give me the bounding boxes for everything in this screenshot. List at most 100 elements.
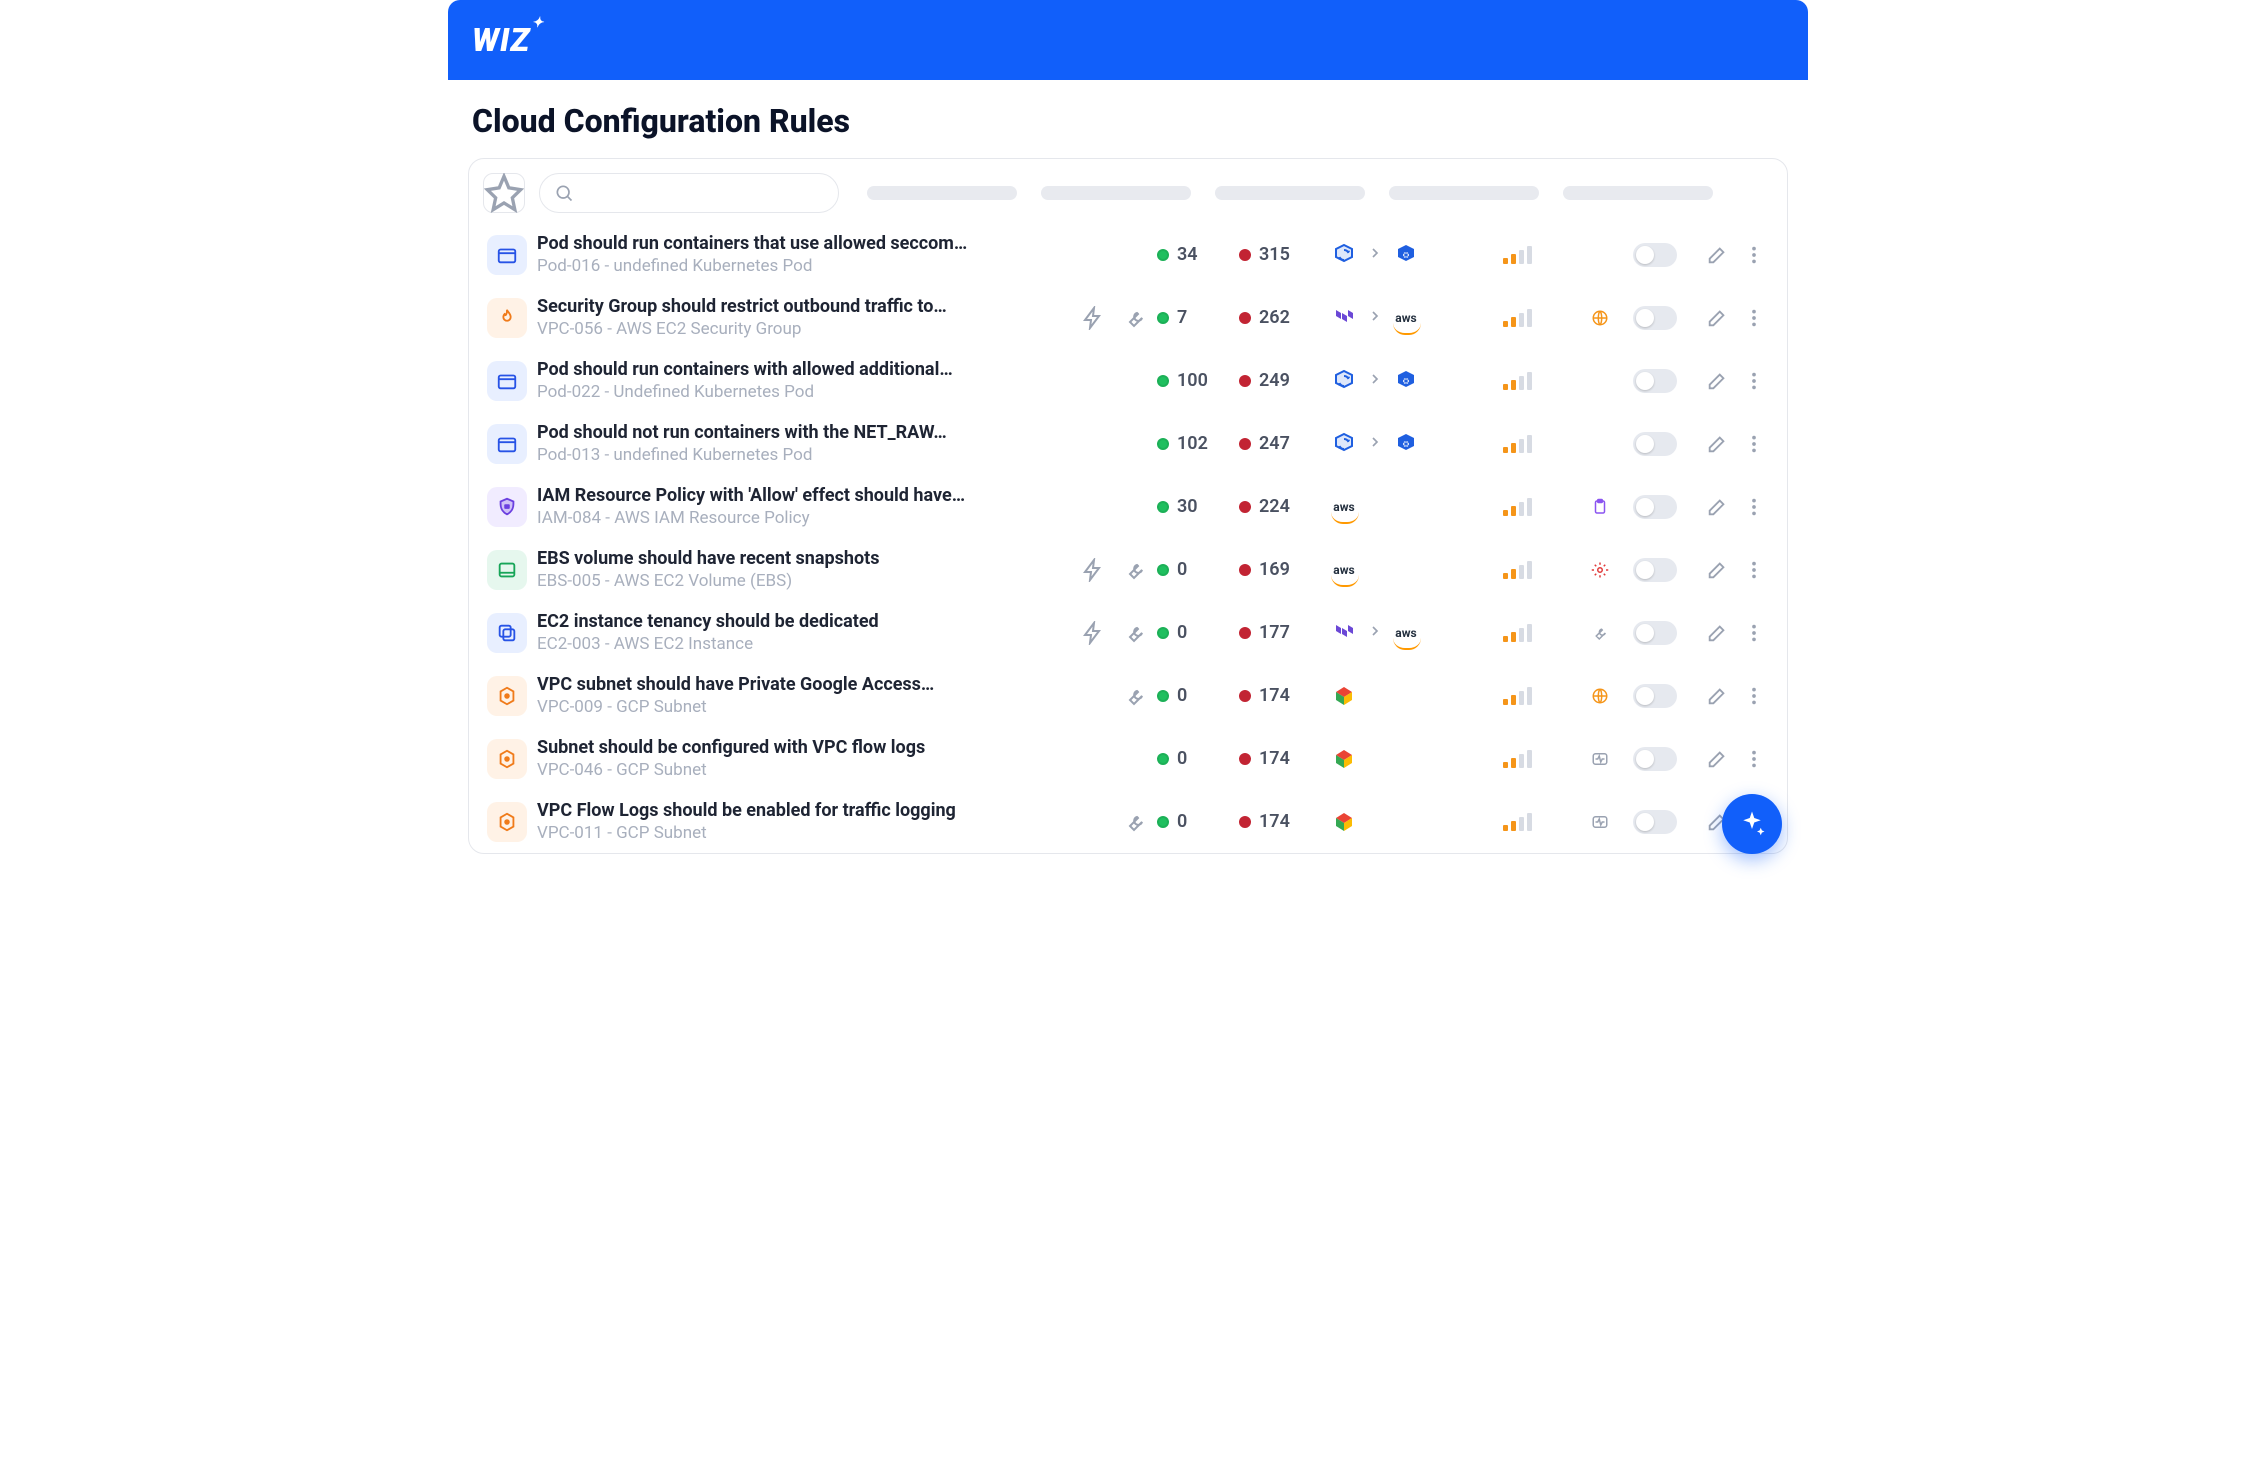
rule-title: VPC Flow Logs should be enabled for traf… bbox=[537, 800, 1061, 821]
more-button[interactable] bbox=[1739, 307, 1769, 329]
gcp-icon bbox=[1331, 746, 1357, 772]
search-input-wrapper[interactable] bbox=[539, 173, 839, 213]
edit-button[interactable] bbox=[1697, 685, 1737, 707]
filter-pill[interactable] bbox=[1563, 186, 1713, 200]
search-input[interactable] bbox=[574, 184, 824, 202]
rule-subtitle: VPC-056 - AWS EC2 Security Group bbox=[537, 319, 1061, 339]
category-badge bbox=[1585, 555, 1631, 585]
fail-count: 262 bbox=[1239, 307, 1329, 328]
rule-row[interactable]: Pod should run containers that use allow… bbox=[483, 223, 1773, 286]
chevron-right-icon bbox=[1367, 434, 1383, 454]
more-button[interactable] bbox=[1739, 685, 1769, 707]
container-icon bbox=[487, 424, 527, 464]
app-header: WIZ ✦ bbox=[448, 0, 1808, 80]
rule-subtitle: VPC-011 - GCP Subnet bbox=[537, 823, 1061, 843]
filter-pill[interactable] bbox=[1041, 186, 1191, 200]
rule-row[interactable]: VPC subnet should have Private Google Ac… bbox=[483, 664, 1773, 727]
severity-bars bbox=[1503, 750, 1583, 768]
rule-subtitle: EC2-003 - AWS EC2 Instance bbox=[537, 634, 1061, 654]
rule-title: Security Group should restrict outbound … bbox=[537, 296, 1061, 317]
category-badge bbox=[1585, 807, 1631, 837]
rule-subtitle: EBS-005 - AWS EC2 Volume (EBS) bbox=[537, 571, 1061, 591]
fail-count: 224 bbox=[1239, 496, 1329, 517]
k8s-icon bbox=[1393, 431, 1419, 457]
rule-subtitle: Pod-016 - undefined Kubernetes Pod bbox=[537, 256, 1061, 276]
category-badge bbox=[1585, 303, 1631, 333]
rules-list: Pod should run containers that use allow… bbox=[483, 223, 1773, 853]
enable-toggle[interactable] bbox=[1633, 747, 1677, 771]
enable-toggle[interactable] bbox=[1633, 369, 1677, 393]
toolbar bbox=[483, 173, 1773, 213]
favorite-button[interactable] bbox=[483, 173, 525, 213]
rule-title: Pod should run containers with allowed a… bbox=[537, 359, 1061, 380]
k8s-icon bbox=[1393, 368, 1419, 394]
pass-count: 0 bbox=[1157, 811, 1237, 832]
more-button[interactable] bbox=[1739, 496, 1769, 518]
sparkle-icon: ✦ bbox=[532, 15, 545, 31]
edit-button[interactable] bbox=[1697, 307, 1737, 329]
more-button[interactable] bbox=[1739, 622, 1769, 644]
k8s-refresh-icon bbox=[1331, 242, 1357, 268]
wrench-icon bbox=[1115, 684, 1155, 708]
filter-placeholders bbox=[867, 186, 1773, 200]
enable-toggle[interactable] bbox=[1633, 432, 1677, 456]
rule-row[interactable]: Subnet should be configured with VPC flo… bbox=[483, 727, 1773, 790]
rule-row[interactable]: Pod should not run containers with the N… bbox=[483, 412, 1773, 475]
search-icon bbox=[554, 183, 574, 203]
rule-row[interactable]: Security Group should restrict outbound … bbox=[483, 286, 1773, 349]
severity-bars bbox=[1503, 246, 1583, 264]
filter-pill[interactable] bbox=[1389, 186, 1539, 200]
more-button[interactable] bbox=[1739, 370, 1769, 392]
provider-chain: aws bbox=[1331, 494, 1501, 520]
edit-button[interactable] bbox=[1697, 433, 1737, 455]
filter-pill[interactable] bbox=[1215, 186, 1365, 200]
pass-count: 100 bbox=[1157, 370, 1237, 391]
edit-button[interactable] bbox=[1697, 496, 1737, 518]
chevron-right-icon bbox=[1367, 245, 1383, 265]
page-title: Cloud Configuration Rules bbox=[448, 80, 1808, 158]
rule-text: Pod should run containers with allowed a… bbox=[537, 359, 1071, 402]
iam-icon bbox=[487, 487, 527, 527]
brand-text: WIZ bbox=[472, 21, 530, 59]
container-icon bbox=[487, 235, 527, 275]
enable-toggle[interactable] bbox=[1633, 558, 1677, 582]
edit-button[interactable] bbox=[1697, 622, 1737, 644]
rule-row[interactable]: EBS volume should have recent snapshots … bbox=[483, 538, 1773, 601]
rule-row[interactable]: Pod should run containers with allowed a… bbox=[483, 349, 1773, 412]
more-button[interactable] bbox=[1739, 433, 1769, 455]
wrench-icon bbox=[1115, 558, 1155, 582]
chevron-right-icon bbox=[1367, 623, 1383, 643]
rule-row[interactable]: EC2 instance tenancy should be dedicated… bbox=[483, 601, 1773, 664]
more-button[interactable] bbox=[1739, 244, 1769, 266]
gcp-icon bbox=[1331, 809, 1357, 835]
rule-row[interactable]: VPC Flow Logs should be enabled for traf… bbox=[483, 790, 1773, 853]
enable-toggle[interactable] bbox=[1633, 684, 1677, 708]
more-button[interactable] bbox=[1739, 748, 1769, 770]
provider-chain: aws bbox=[1331, 620, 1501, 646]
edit-button[interactable] bbox=[1697, 559, 1737, 581]
bolt-icon bbox=[1073, 558, 1113, 582]
copy-icon bbox=[487, 613, 527, 653]
enable-toggle[interactable] bbox=[1633, 495, 1677, 519]
category-badge bbox=[1585, 744, 1631, 774]
edit-button[interactable] bbox=[1697, 748, 1737, 770]
enable-toggle[interactable] bbox=[1633, 306, 1677, 330]
fail-count: 315 bbox=[1239, 244, 1329, 265]
enable-toggle[interactable] bbox=[1633, 621, 1677, 645]
wrench-icon bbox=[1115, 621, 1155, 645]
brand-logo: WIZ ✦ bbox=[472, 21, 530, 59]
enable-toggle[interactable] bbox=[1633, 810, 1677, 834]
edit-button[interactable] bbox=[1697, 244, 1737, 266]
rule-row[interactable]: IAM Resource Policy with 'Allow' effect … bbox=[483, 475, 1773, 538]
more-button[interactable] bbox=[1739, 559, 1769, 581]
filter-pill[interactable] bbox=[867, 186, 1017, 200]
rule-subtitle: Pod-013 - undefined Kubernetes Pod bbox=[537, 445, 1061, 465]
edit-button[interactable] bbox=[1697, 370, 1737, 392]
pass-count: 0 bbox=[1157, 559, 1237, 580]
enable-toggle[interactable] bbox=[1633, 243, 1677, 267]
severity-bars bbox=[1503, 561, 1583, 579]
rule-text: VPC Flow Logs should be enabled for traf… bbox=[537, 800, 1071, 843]
star-icon bbox=[484, 173, 524, 213]
severity-bars bbox=[1503, 309, 1583, 327]
assistant-fab[interactable] bbox=[1722, 794, 1782, 854]
